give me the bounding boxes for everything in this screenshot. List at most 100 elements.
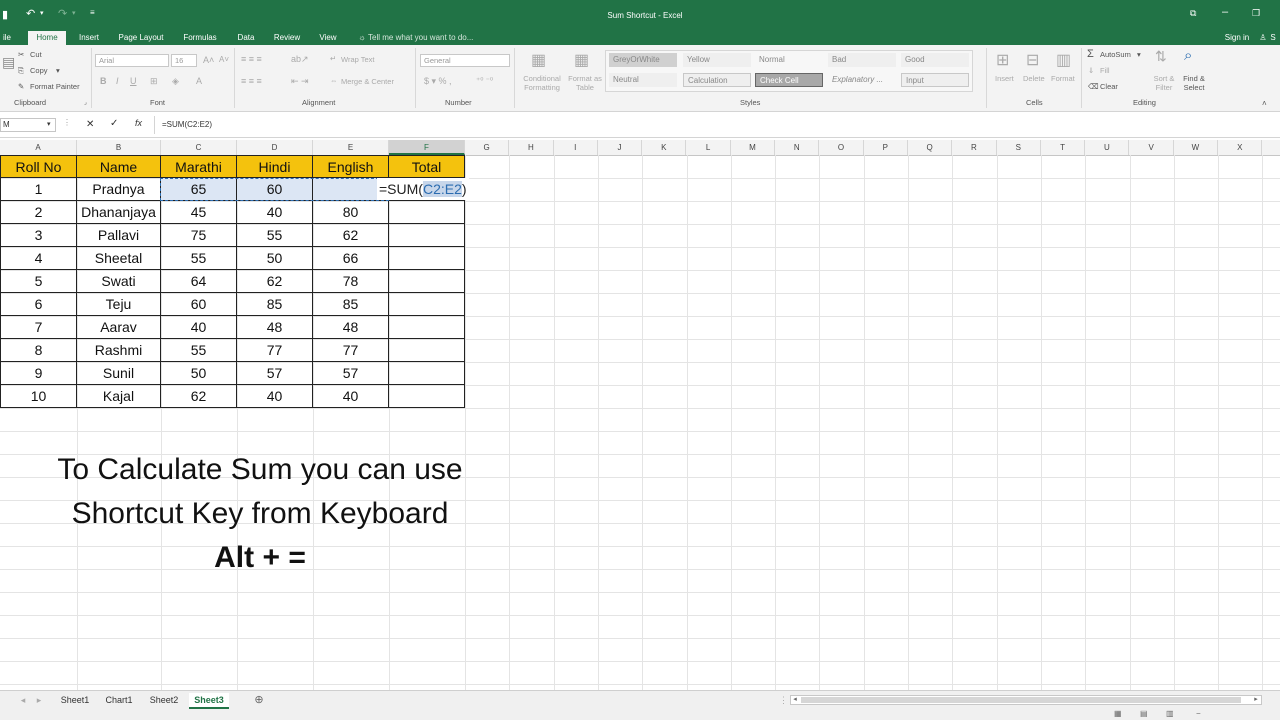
- format-cells-icon[interactable]: ▥: [1056, 50, 1071, 70]
- table-cell[interactable]: 4: [0, 247, 77, 270]
- table-cell[interactable]: 85: [313, 293, 389, 316]
- merge-center-button[interactable]: Merge & Center: [341, 77, 394, 86]
- table-cell[interactable]: 80: [313, 201, 389, 224]
- decimal-icon[interactable]: ⁺⁰ ⁻⁰: [476, 76, 493, 85]
- share-button[interactable]: S: [1267, 31, 1279, 45]
- table-cell[interactable]: 77: [313, 339, 389, 362]
- table-header-cell[interactable]: Total: [389, 155, 465, 178]
- wrap-text-icon[interactable]: ↵: [330, 54, 336, 63]
- clipboard-launcher-icon[interactable]: ⌟: [84, 99, 87, 106]
- sort-filter-button[interactable]: Sort & Filter: [1150, 74, 1178, 92]
- table-cell[interactable]: 10: [0, 385, 77, 408]
- table-cell[interactable]: Pradnya: [77, 178, 161, 201]
- table-cell[interactable]: [389, 201, 465, 224]
- table-cell[interactable]: 78: [313, 270, 389, 293]
- table-cell[interactable]: 77: [237, 339, 313, 362]
- table-cell[interactable]: 55: [237, 224, 313, 247]
- style-good[interactable]: Good: [901, 53, 969, 67]
- next-sheet-icon[interactable]: ▸: [34, 693, 44, 707]
- column-header-l[interactable]: L: [687, 140, 731, 155]
- autosum-icon[interactable]: Σ: [1087, 48, 1094, 60]
- sheet-tab-sheet2[interactable]: Sheet2: [145, 693, 183, 707]
- collapse-ribbon-icon[interactable]: ˄: [1262, 99, 1267, 108]
- column-header-k[interactable]: K: [642, 140, 687, 155]
- currency-icon[interactable]: $ ▾ % ,: [424, 76, 452, 87]
- column-header-a[interactable]: A: [0, 140, 77, 155]
- table-cell[interactable]: 7: [0, 316, 77, 339]
- orientation-icon[interactable]: ab↗: [291, 54, 309, 65]
- tell-me-search[interactable]: Tell me what you want to do...: [368, 31, 488, 45]
- delete-cells-icon[interactable]: ⊟: [1026, 50, 1039, 70]
- italic-button[interactable]: I: [116, 76, 119, 86]
- column-header-r[interactable]: R: [952, 140, 997, 155]
- table-cell[interactable]: [389, 316, 465, 339]
- table-cell[interactable]: Dhananjaya: [77, 201, 161, 224]
- font-size-box[interactable]: 16: [171, 54, 197, 67]
- table-cell[interactable]: [389, 247, 465, 270]
- find-select-icon[interactable]: ⌕: [1184, 47, 1192, 64]
- table-cell[interactable]: Swati: [77, 270, 161, 293]
- conditional-formatting-button[interactable]: Conditional Formatting: [519, 74, 565, 92]
- formula-input[interactable]: =SUM(C2:E2): [162, 120, 212, 129]
- cell-editor[interactable]: =SUM(C2:E2): [377, 178, 469, 200]
- decrease-font-icon[interactable]: A˅: [219, 55, 229, 64]
- column-header-u[interactable]: U: [1085, 140, 1130, 155]
- table-cell[interactable]: [389, 293, 465, 316]
- table-cell[interactable]: Rashmi: [77, 339, 161, 362]
- table-cell[interactable]: 60: [161, 293, 237, 316]
- table-cell[interactable]: 85: [237, 293, 313, 316]
- indent-icon[interactable]: ⇤ ⇥: [291, 76, 309, 87]
- borders-icon[interactable]: ⊞: [150, 76, 158, 87]
- table-header-cell[interactable]: Marathi: [161, 155, 237, 178]
- copy-icon[interactable]: ⎘: [18, 66, 24, 76]
- table-cell[interactable]: 64: [161, 270, 237, 293]
- clear-icon[interactable]: ⌫: [1088, 82, 1099, 91]
- column-header-b[interactable]: B: [77, 140, 161, 155]
- style-greyorwhite[interactable]: GreyOrWhite: [609, 53, 677, 67]
- normal-view-icon[interactable]: ▦: [1114, 709, 1122, 718]
- table-cell[interactable]: 40: [313, 385, 389, 408]
- table-cell[interactable]: 75: [161, 224, 237, 247]
- ribbon-display-icon[interactable]: ⧉: [1190, 8, 1196, 19]
- table-cell[interactable]: 57: [313, 362, 389, 385]
- style-yellow[interactable]: Yellow: [683, 53, 751, 67]
- table-cell[interactable]: 57: [237, 362, 313, 385]
- format-as-table-button[interactable]: Format as Table: [565, 74, 605, 92]
- column-header-n[interactable]: N: [775, 140, 820, 155]
- table-cell[interactable]: 8: [0, 339, 77, 362]
- cut-button[interactable]: Cut: [30, 50, 42, 59]
- table-cell[interactable]: [389, 339, 465, 362]
- table-header-cell[interactable]: Hindi: [237, 155, 313, 178]
- table-header-cell[interactable]: English: [313, 155, 389, 178]
- column-header-p[interactable]: P: [864, 140, 908, 155]
- style-neutral[interactable]: Neutral: [609, 73, 677, 87]
- table-cell[interactable]: Kajal: [77, 385, 161, 408]
- insert-function-icon[interactable]: fx: [135, 118, 142, 128]
- bold-button[interactable]: B: [100, 76, 107, 86]
- column-header-d[interactable]: D: [237, 140, 313, 155]
- style-normal[interactable]: Normal: [755, 53, 823, 67]
- delete-cells-button[interactable]: Delete: [1023, 74, 1045, 83]
- fill-color-icon[interactable]: ◈: [172, 76, 179, 87]
- scissors-icon[interactable]: ✂: [18, 50, 24, 59]
- table-cell[interactable]: 6: [0, 293, 77, 316]
- restore-icon[interactable]: ❐: [1252, 8, 1260, 19]
- underline-button[interactable]: U: [130, 76, 137, 86]
- column-header-g[interactable]: G: [465, 140, 510, 155]
- page-layout-view-icon[interactable]: ▤: [1140, 709, 1148, 718]
- table-cell[interactable]: 62: [161, 385, 237, 408]
- column-header-x[interactable]: X: [1218, 140, 1263, 155]
- find-select-button[interactable]: Find & Select: [1178, 74, 1210, 92]
- table-cell[interactable]: Sheetal: [77, 247, 161, 270]
- table-cell[interactable]: Pallavi: [77, 224, 161, 247]
- column-header-w[interactable]: W: [1174, 140, 1219, 155]
- table-cell[interactable]: 50: [161, 362, 237, 385]
- table-cell[interactable]: 55: [161, 339, 237, 362]
- fill-button[interactable]: Fill: [1100, 66, 1110, 75]
- column-header-s[interactable]: S: [997, 140, 1041, 155]
- format-as-table-icon[interactable]: ▦: [574, 50, 589, 70]
- table-cell[interactable]: Teju: [77, 293, 161, 316]
- table-cell[interactable]: 62: [237, 270, 313, 293]
- column-header-m[interactable]: M: [731, 140, 776, 155]
- tab-page-layout[interactable]: Page Layout: [114, 31, 168, 45]
